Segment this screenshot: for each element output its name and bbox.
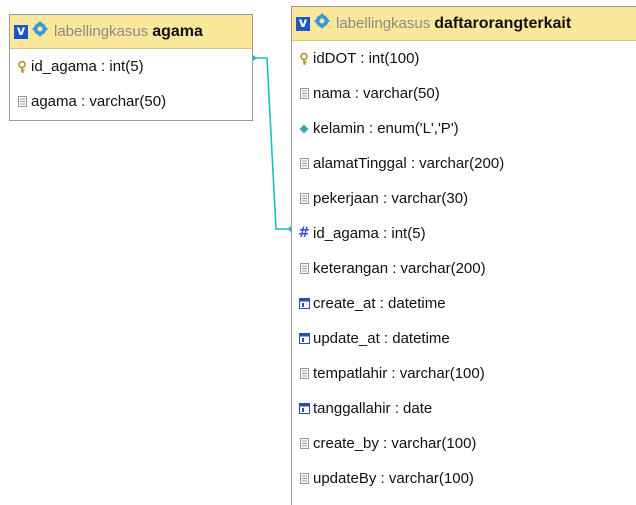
text-column-icon bbox=[298, 437, 310, 450]
column-label: update_at : datetime bbox=[313, 330, 450, 347]
column-row[interactable]: nama : varchar(50) bbox=[292, 76, 636, 111]
date-column-icon bbox=[298, 402, 310, 415]
gear-icon[interactable] bbox=[32, 21, 54, 42]
date-column-icon bbox=[298, 332, 310, 345]
toggle-v-button[interactable]: v bbox=[14, 24, 28, 39]
column-label: updateBy : varchar(100) bbox=[313, 470, 474, 487]
column-label: tempatlahir : varchar(100) bbox=[313, 365, 485, 382]
column-label: keterangan : varchar(200) bbox=[313, 260, 486, 277]
column-row[interactable]: update_at : datetime bbox=[292, 321, 636, 356]
column-row[interactable]: keterangan : varchar(200) bbox=[292, 251, 636, 286]
column-label: create_at : datetime bbox=[313, 295, 446, 312]
table-name[interactable]: agama bbox=[152, 23, 203, 41]
text-column-icon bbox=[16, 95, 28, 108]
table-agama[interactable]: v labellingkasus agama id_agama : int(5)… bbox=[9, 14, 253, 121]
date-column-icon bbox=[298, 297, 310, 310]
column-row[interactable]: # id_agama : int(5) bbox=[292, 216, 636, 251]
numeric-column-icon: # bbox=[298, 225, 310, 241]
text-column-icon bbox=[298, 262, 310, 275]
column-row[interactable]: tanggallahir : date bbox=[292, 391, 636, 426]
column-row[interactable]: agama : varchar(50) bbox=[10, 84, 252, 119]
column-label: nama : varchar(50) bbox=[313, 85, 440, 102]
column-label: pekerjaan : varchar(30) bbox=[313, 190, 469, 207]
text-column-icon bbox=[298, 192, 310, 205]
text-column-icon bbox=[298, 367, 310, 380]
column-row[interactable]: tempatlahir : varchar(100) bbox=[292, 356, 636, 391]
column-label: idDOT : int(100) bbox=[313, 50, 420, 67]
enum-column-icon bbox=[298, 122, 310, 135]
table-name[interactable]: daftarorangterkait bbox=[434, 15, 571, 33]
table-header[interactable]: v labellingkasus daftarorangterkait bbox=[292, 7, 636, 41]
column-row[interactable]: idDOT : int(100) bbox=[292, 41, 636, 76]
column-row[interactable]: create_by : varchar(100) bbox=[292, 426, 636, 461]
database-name: labellingkasus bbox=[54, 23, 149, 40]
primary-key-icon bbox=[298, 52, 310, 65]
column-label: tanggallahir : date bbox=[313, 400, 433, 417]
text-column-icon bbox=[298, 157, 310, 170]
column-row[interactable]: id_agama : int(5) bbox=[10, 49, 252, 84]
column-row[interactable]: pekerjaan : varchar(30) bbox=[292, 181, 636, 216]
gear-icon[interactable] bbox=[314, 13, 336, 34]
table-daftarorangterkait[interactable]: v labellingkasus daftarorangterkait idDO… bbox=[291, 6, 636, 505]
column-label: id_agama : int(5) bbox=[313, 225, 426, 242]
database-name: labellingkasus bbox=[336, 15, 431, 32]
column-list: idDOT : int(100) nama : varchar(50) kelami… bbox=[292, 41, 636, 496]
text-column-icon bbox=[298, 87, 310, 100]
column-label: agama : varchar(50) bbox=[31, 93, 167, 110]
column-label: alamatTinggal : varchar(200) bbox=[313, 155, 505, 172]
column-list: id_agama : int(5) agama : varchar(50) bbox=[10, 49, 252, 119]
column-label: create_by : varchar(100) bbox=[313, 435, 477, 452]
column-row[interactable]: alamatTinggal : varchar(200) bbox=[292, 146, 636, 181]
column-row[interactable]: create_at : datetime bbox=[292, 286, 636, 321]
toggle-v-button[interactable]: v bbox=[296, 16, 310, 31]
column-row[interactable]: kelamin : enum('L','P') bbox=[292, 111, 636, 146]
table-header[interactable]: v labellingkasus agama bbox=[10, 15, 252, 49]
primary-key-icon bbox=[16, 60, 28, 73]
column-row[interactable]: updateBy : varchar(100) bbox=[292, 461, 636, 496]
column-label: kelamin : enum('L','P') bbox=[313, 120, 459, 137]
text-column-icon bbox=[298, 472, 310, 485]
column-label: id_agama : int(5) bbox=[31, 58, 144, 75]
